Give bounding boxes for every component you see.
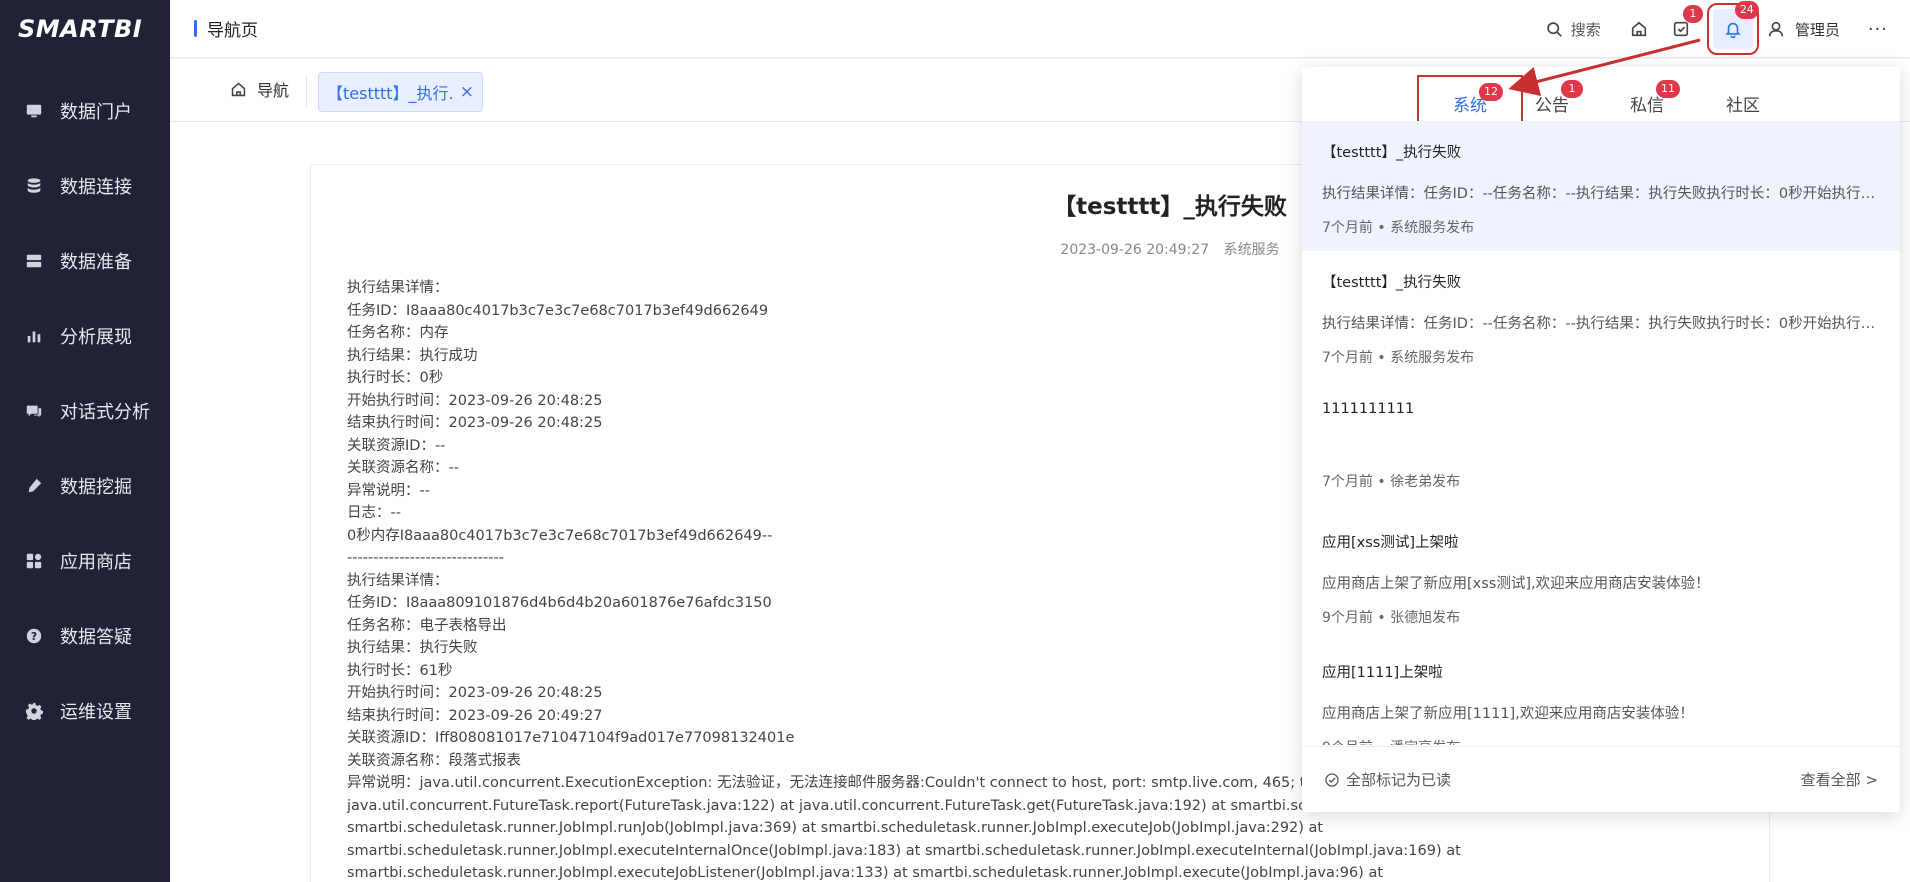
search-label: 搜索 bbox=[1570, 20, 1601, 39]
tab-announcement[interactable]: 公告 1 bbox=[1535, 80, 1583, 116]
close-icon[interactable]: × bbox=[460, 82, 474, 102]
notification-desc: 执行结果详情：任务ID：--任务名称：--执行结果：执行失败执行时长：0秒开始执… bbox=[1322, 186, 1880, 202]
svg-text:?: ? bbox=[31, 630, 37, 643]
chat-icon bbox=[24, 401, 44, 421]
server-icon bbox=[24, 251, 44, 271]
search-button[interactable]: 搜索 bbox=[1532, 13, 1615, 45]
pickaxe-icon bbox=[24, 476, 44, 496]
page-title: 导航页 bbox=[194, 16, 258, 41]
sidebar-item-app-store[interactable]: 应用商店 bbox=[0, 523, 170, 598]
notification-title: 【testttt】_执行失败 bbox=[1322, 275, 1462, 291]
notification-meta: 9个月前 • 潘定亮发布 bbox=[1322, 737, 1880, 745]
notification-item[interactable]: 应用[1111]上架啦 应用商店上架了新应用[1111],欢迎来应用商店安装体验… bbox=[1302, 641, 1900, 745]
notification-list: 【testttt】_执行失败 执行结果详情：任务ID：--任务名称：--执行结果… bbox=[1302, 121, 1900, 745]
tab-home[interactable]: 导航 bbox=[230, 77, 289, 101]
home-button[interactable] bbox=[1621, 11, 1657, 47]
body-line: smartbi.scheduletask.runner.JobImpl.exec… bbox=[347, 865, 1384, 881]
sidebar-item-label: 数据答疑 bbox=[60, 626, 132, 648]
monitor-icon bbox=[24, 101, 44, 121]
tasks-badge: 1 bbox=[1682, 5, 1703, 23]
sidebar-item-label: 数据门户 bbox=[60, 101, 132, 123]
notification-title: 应用[1111]上架啦 bbox=[1322, 665, 1443, 681]
sidebar-item-data-portal[interactable]: 数据门户 bbox=[0, 73, 170, 148]
notification-item[interactable]: 1111111111 7个月前 • 徐老弟发布 bbox=[1302, 381, 1900, 511]
gear-icon bbox=[24, 701, 44, 721]
tab-community[interactable]: 社区 bbox=[1726, 91, 1760, 116]
notification-item[interactable]: 【testttt】_执行失败 执行结果详情：任务ID：--任务名称：--执行结果… bbox=[1302, 251, 1900, 381]
notification-item[interactable]: 【testttt】_执行失败 执行结果详情：任务ID：--任务名称：--执行结果… bbox=[1302, 121, 1900, 251]
notification-panel: 系统 12 公告 1 私信 11 社区 【testttt】_执行失败 执行结果详… bbox=[1302, 67, 1900, 812]
notification-title: 【testttt】_执行失败 bbox=[1322, 145, 1462, 161]
notification-meta: 9个月前 • 张德旭发布 bbox=[1322, 610, 1461, 626]
tab-private-message-badge: 11 bbox=[1656, 80, 1680, 98]
sidebar-item-label: 数据挖掘 bbox=[60, 476, 132, 498]
mark-all-read-button[interactable]: 全部标记为已读 bbox=[1324, 769, 1451, 790]
user-menu[interactable]: 管理员 bbox=[1767, 19, 1840, 40]
sidebar-item-data-connection[interactable]: 数据连接 bbox=[0, 148, 170, 223]
notification-footer: 全部标记为已读 查看全部 > bbox=[1302, 746, 1900, 812]
sidebar-item-data-mining[interactable]: 数据挖掘 bbox=[0, 448, 170, 523]
task-check-icon bbox=[1673, 21, 1688, 37]
message-source: 系统服务 bbox=[1223, 242, 1280, 258]
notification-bell-button[interactable]: 24 bbox=[1706, 1, 1759, 55]
sidebar-item-data-prep[interactable]: 数据准备 bbox=[0, 223, 170, 298]
notification-item[interactable]: 应用[xss测试]上架啦 应用商店上架了新应用[xss测试],欢迎来应用商店安装… bbox=[1302, 511, 1900, 641]
tab-private-message-label: 私信 bbox=[1630, 96, 1664, 116]
search-icon bbox=[1547, 21, 1562, 37]
more-menu-button[interactable]: ··· bbox=[1868, 19, 1888, 40]
sidebar-item-ops-settings[interactable]: 运维设置 bbox=[0, 673, 170, 748]
notification-meta: 7个月前 • 系统服务发布 bbox=[1322, 220, 1475, 236]
sidebar-item-label: 对话式分析 bbox=[60, 401, 150, 423]
sidebar-item-label: 运维设置 bbox=[60, 701, 132, 723]
notification-meta: 7个月前 • 系统服务发布 bbox=[1322, 350, 1475, 366]
sidebar-item-label: 分析展现 bbox=[60, 326, 132, 348]
header-actions: 搜索 1 24 管理员 ··· bbox=[1532, 0, 1888, 58]
message-date: 2023-09-26 20:49:27 bbox=[1060, 242, 1210, 258]
smartbi-logo[interactable]: SMARTBI bbox=[0, 0, 170, 58]
tab-announcement-badge: 1 bbox=[1561, 80, 1583, 98]
notification-title: 应用[xss测试]上架啦 bbox=[1322, 535, 1459, 551]
tab-active-message[interactable]: 【testttt】_执行... × bbox=[318, 72, 483, 112]
notification-meta: 7个月前 • 徐老弟发布 bbox=[1322, 474, 1461, 490]
notification-desc: 应用商店上架了新应用[1111],欢迎来应用商店安装体验！ bbox=[1322, 706, 1694, 722]
notification-title: 1111111111 bbox=[1322, 401, 1415, 417]
notification-desc: 执行结果详情：任务ID：--任务名称：--执行结果：执行失败执行时长：0秒开始执… bbox=[1322, 316, 1880, 332]
view-all-link[interactable]: 查看全部 > bbox=[1801, 769, 1878, 790]
sidebar-nav: 数据门户 数据连接 数据准备 分析展现 对话式分析 数据挖掘 应用商店 ? 数据 bbox=[0, 73, 170, 748]
bell-icon bbox=[1725, 22, 1741, 38]
logo-text: SMARTBI bbox=[18, 15, 143, 43]
tab-label: 【testttt】_执行... bbox=[327, 84, 454, 103]
sidebar-item-label: 应用商店 bbox=[60, 551, 132, 573]
check-circle-icon bbox=[1325, 772, 1339, 787]
tab-divider bbox=[306, 75, 307, 107]
bell-badge: 24 bbox=[1734, 1, 1759, 19]
home-icon bbox=[231, 82, 246, 96]
database-icon bbox=[24, 176, 44, 196]
bar-chart-icon bbox=[24, 326, 44, 346]
user-icon bbox=[1768, 21, 1783, 37]
sidebar-item-analysis[interactable]: 分析展现 bbox=[0, 298, 170, 373]
notification-desc: 应用商店上架了新应用[xss测试],欢迎来应用商店安装体验！ bbox=[1322, 576, 1710, 592]
body-line: smartbi.scheduletask.runner.JobImpl.runJ… bbox=[347, 820, 1324, 836]
sidebar-item-label: 数据连接 bbox=[60, 176, 132, 198]
tab-announcement-label: 公告 bbox=[1535, 96, 1569, 116]
sidebar-item-conversational[interactable]: 对话式分析 bbox=[0, 373, 170, 448]
help-icon: ? bbox=[24, 626, 44, 646]
tab-system-badge: 12 bbox=[1479, 83, 1503, 101]
tab-private-message[interactable]: 私信 11 bbox=[1630, 80, 1680, 116]
notification-desc bbox=[1322, 437, 1880, 457]
tab-community-label: 社区 bbox=[1726, 96, 1760, 116]
notification-tabs: 系统 12 公告 1 私信 11 社区 bbox=[1302, 67, 1900, 136]
apps-icon bbox=[24, 551, 44, 571]
user-name: 管理员 bbox=[1794, 20, 1840, 39]
mark-all-read-label: 全部标记为已读 bbox=[1346, 771, 1452, 789]
home-icon bbox=[1631, 21, 1646, 37]
tasks-button[interactable]: 1 bbox=[1663, 5, 1703, 47]
sidebar-item-data-qa[interactable]: ? 数据答疑 bbox=[0, 598, 170, 673]
sidebar-item-label: 数据准备 bbox=[60, 251, 132, 273]
body-line: smartbi.scheduletask.runner.JobImpl.exec… bbox=[347, 842, 1461, 859]
sidebar: SMARTBI 数据门户 数据连接 数据准备 分析展现 对话式分析 数据挖掘 应… bbox=[0, 0, 170, 882]
top-bar: 导航页 搜索 1 24 管理员 ··· bbox=[170, 0, 1910, 58]
tab-home-label: 导航 bbox=[257, 81, 290, 100]
